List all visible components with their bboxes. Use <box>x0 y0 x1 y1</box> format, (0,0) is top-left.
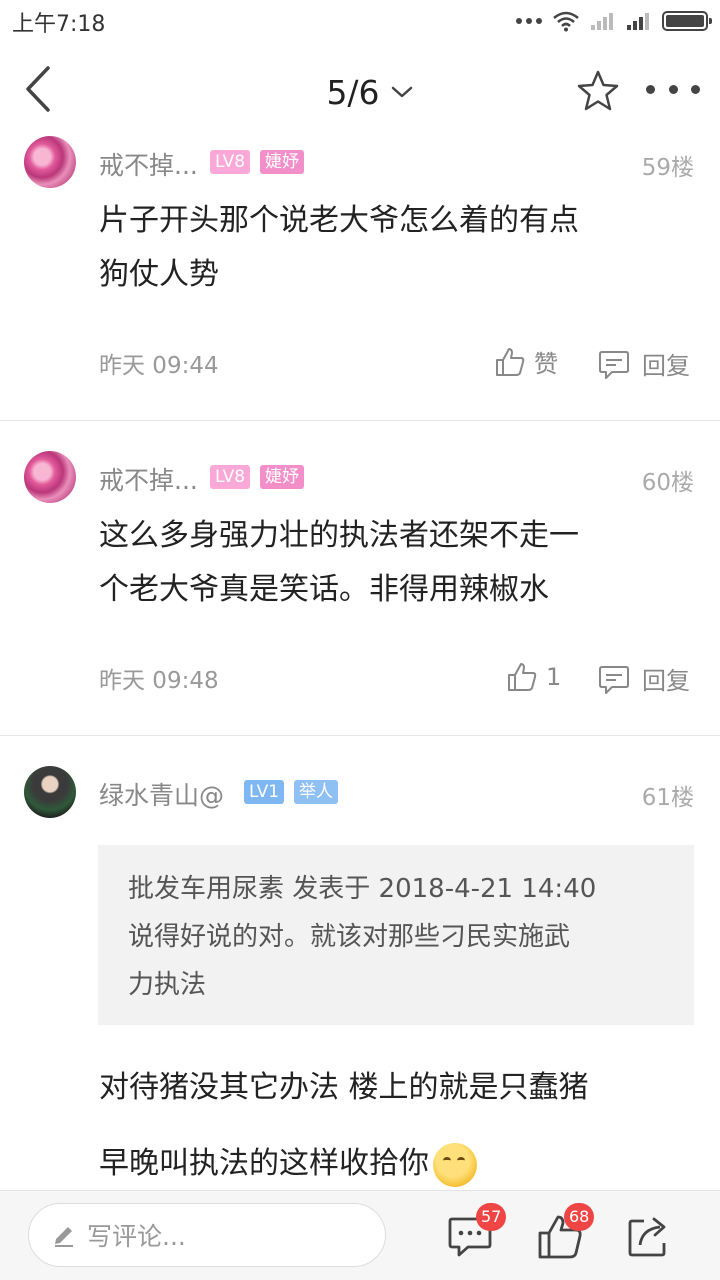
comment-bubble-icon <box>599 350 629 379</box>
comment-line: 个老大爷真是笑话。非得用辣椒水 <box>99 572 549 607</box>
comment-time: 昨天 09:48 <box>99 668 219 694</box>
like-button[interactable]: 赞 <box>494 344 558 379</box>
comment-input[interactable]: 写评论... <box>28 1203 386 1267</box>
comment-line: 对待猪没其它办法 楼上的就是只蠢猪 <box>99 1070 589 1105</box>
quote-line: 批发车用尿素 发表于 2018-4-21 14:40 <box>128 874 597 904</box>
reply-button[interactable]: 回复 <box>598 346 690 381</box>
comment-line: 这么多身强力壮的执法者还架不走一 <box>99 518 579 553</box>
title-badge: 婕妤 <box>260 150 304 174</box>
thumbs-up-icon <box>508 663 537 691</box>
quoted-comment: 批发车用尿素 发表于 2018-4-21 14:40 说得好说的对。就该对那些刁… <box>98 845 694 1025</box>
comment-line: 片子开头那个说老大爷怎么着的有点 <box>99 203 579 238</box>
comment-item: 戒不掉... LV8 婕妤 60楼 这么多身强力壮的执法者还架不走一 个老大爷真… <box>0 421 720 735</box>
thinking-emoji-icon <box>433 1142 477 1187</box>
share-icon[interactable] <box>624 1213 672 1261</box>
comment-text: 这么多身强力壮的执法者还架不走一 个老大爷真是笑话。非得用辣椒水 <box>99 509 679 617</box>
avatar[interactable] <box>24 451 76 503</box>
like-label: 赞 <box>534 350 558 378</box>
pencil-icon <box>55 1227 73 1247</box>
title-badge: 婕妤 <box>260 465 304 489</box>
comment-time: 昨天 09:44 <box>99 353 219 379</box>
title-badge: 举人 <box>294 780 338 804</box>
username[interactable]: 戒不掉... <box>99 146 198 182</box>
level-badge: LV8 <box>210 465 251 489</box>
comment-count-badge: 57 <box>476 1203 507 1231</box>
username[interactable]: 戒不掉... <box>99 461 198 497</box>
like-count-badge: 68 <box>564 1203 595 1231</box>
quote-line: 力执法 <box>128 970 207 1000</box>
floor-number: 60楼 <box>641 470 694 496</box>
comment-placeholder: 写评论... <box>87 1222 186 1251</box>
comment-text: 片子开头那个说老大爷怎么着的有点 狗仗人势 <box>99 194 679 302</box>
like-count: 1 <box>546 663 562 691</box>
bottom-action-bar: 写评论... 57 68 <box>0 1190 720 1280</box>
comment-bubble-icon <box>599 665 629 694</box>
like-button[interactable]: 1 <box>506 661 561 693</box>
avatar[interactable] <box>24 766 76 818</box>
reply-button[interactable]: 回复 <box>598 661 690 696</box>
comment-text: 对待猪没其它办法 楼上的就是只蠢猪 早晚叫执法的这样收拾你 <box>99 1050 679 1202</box>
thumbs-up-icon <box>496 347 525 376</box>
comment-line-text: 早晚叫执法的这样收拾你 <box>99 1146 429 1181</box>
level-badge: LV1 <box>244 780 285 804</box>
avatar[interactable] <box>24 136 76 188</box>
reply-label: 回复 <box>642 352 690 380</box>
floor-number: 61楼 <box>641 785 694 811</box>
username[interactable]: 绿水青山@ <box>99 776 224 812</box>
floor-number: 59楼 <box>641 155 694 181</box>
level-badge: LV8 <box>210 150 251 174</box>
reply-label: 回复 <box>642 667 690 695</box>
quote-line: 说得好说的对。就该对那些刁民实施武 <box>128 922 571 952</box>
comment-line: 狗仗人势 <box>99 257 219 292</box>
comment-item: 戒不掉... LV8 婕妤 59楼 片子开头那个说老大爷怎么着的有点 狗仗人势 … <box>0 0 720 420</box>
